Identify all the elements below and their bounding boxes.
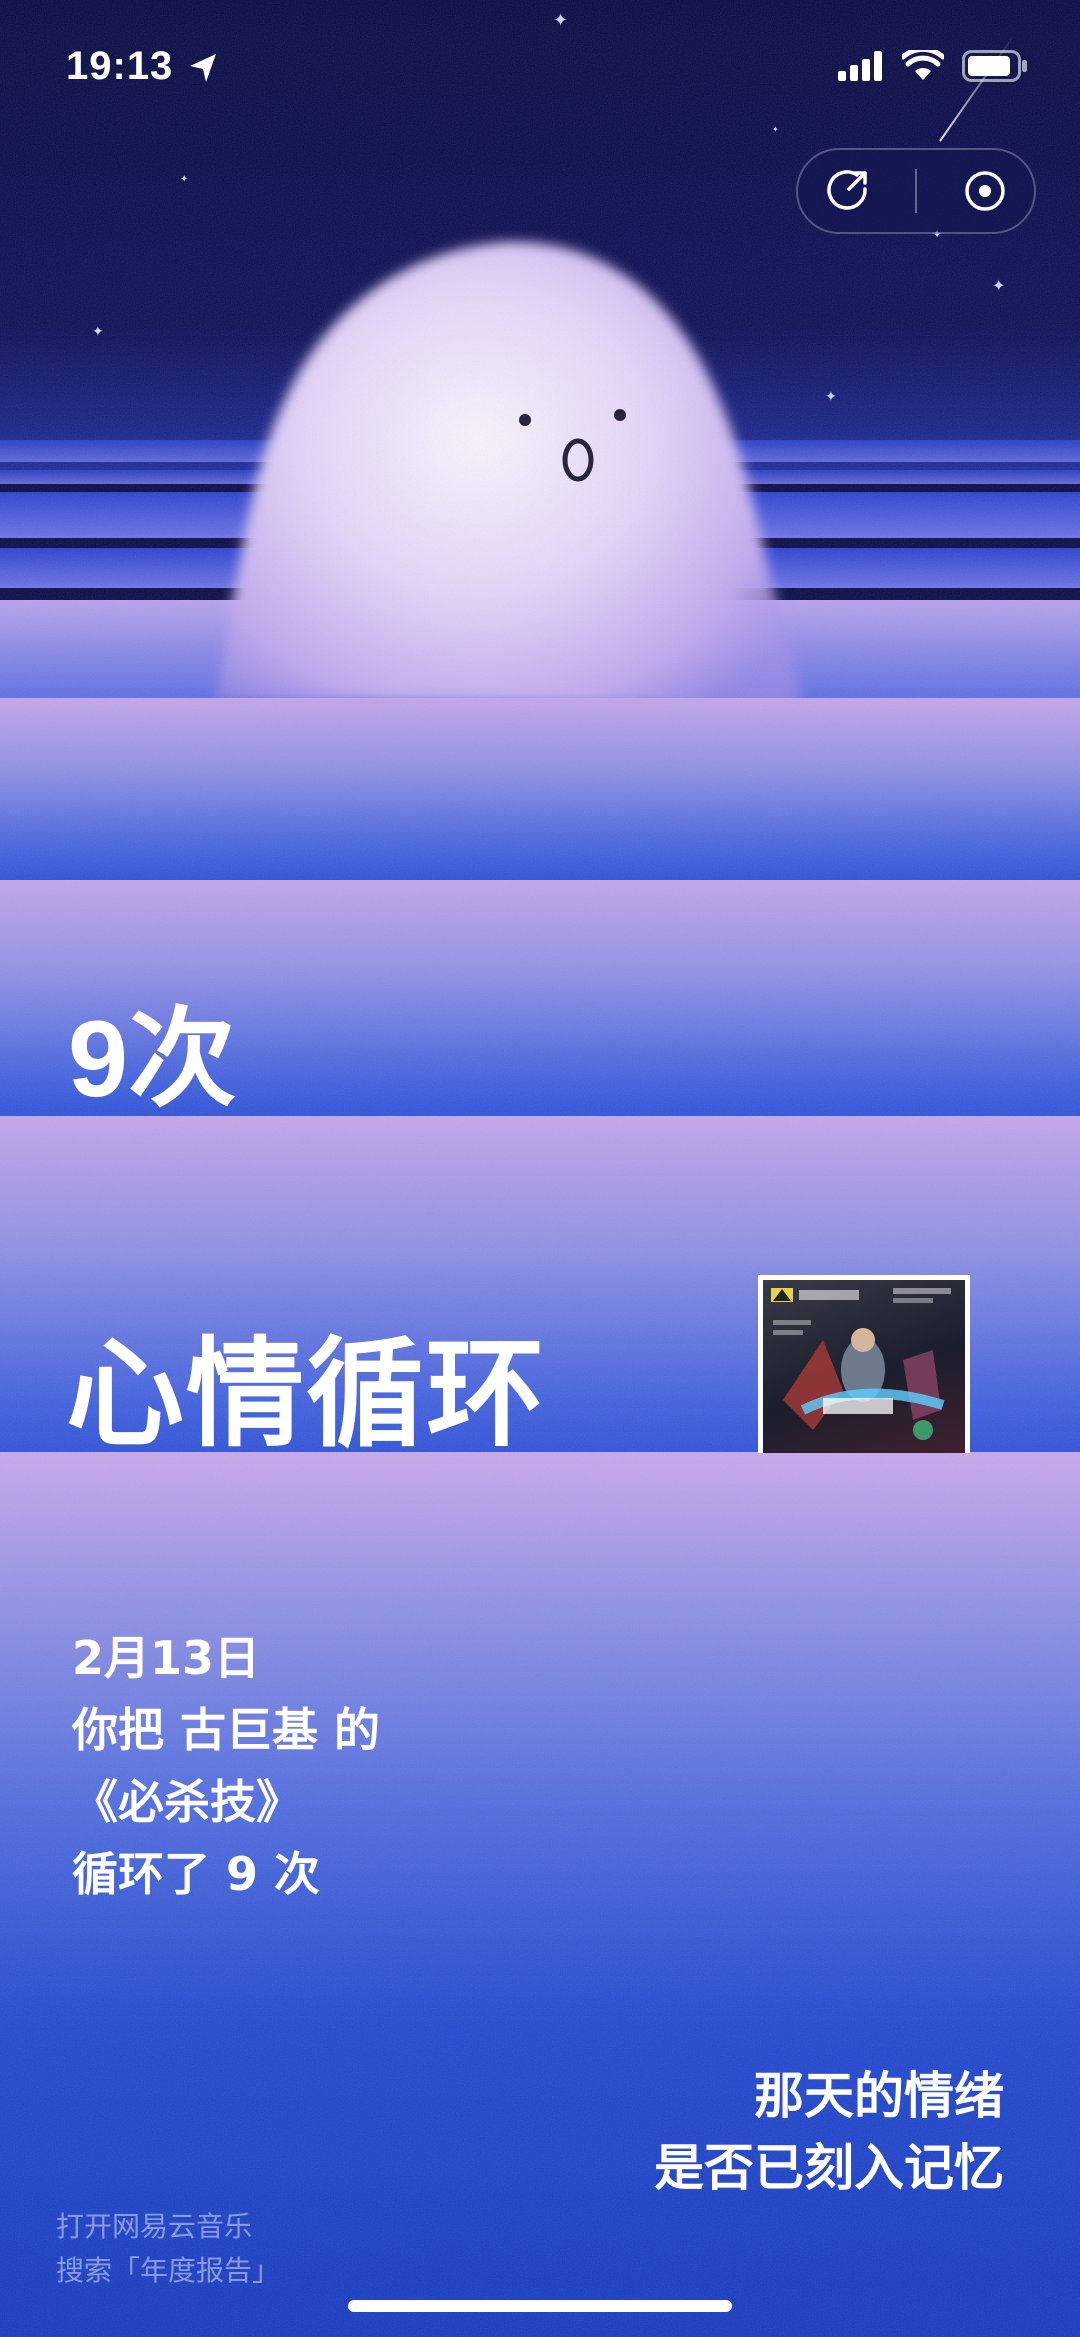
star-icon: ✦ bbox=[180, 174, 189, 185]
footer-line-1: 打开网易云音乐 bbox=[56, 2210, 253, 2243]
battery-icon bbox=[962, 50, 1027, 82]
close-miniapp-button[interactable] bbox=[955, 161, 1015, 221]
year-report-page: ✦ ✦ ✦ ✦ ✦ ✦ ✦ 19:13 9次 心情循环 2月13日 你把 古巨基… bbox=[0, 0, 1080, 2337]
share-button[interactable] bbox=[817, 161, 877, 221]
location-arrow-icon bbox=[190, 54, 216, 82]
cellular-signal-icon bbox=[838, 51, 882, 81]
footer-line-2: 搜索「年度报告」 bbox=[56, 2254, 281, 2287]
loop-count-headline: 9次 bbox=[68, 998, 237, 1119]
home-indicator[interactable] bbox=[348, 2300, 732, 2312]
detail-song: 《必杀技》 bbox=[72, 1775, 302, 1829]
detail-artist: 你把 古巨基 的 bbox=[72, 1703, 381, 1757]
band-1 bbox=[0, 698, 1080, 880]
mood-line-2: 是否已刻入记忆 bbox=[654, 2139, 1004, 2197]
detail-date: 2月13日 bbox=[72, 1631, 261, 1685]
album-cover-image[interactable] bbox=[758, 1275, 970, 1453]
album-artwork bbox=[771, 1288, 951, 1440]
footer-hint: 打开网易云音乐 搜索「年度报告」 bbox=[56, 2205, 280, 2293]
ghost-mascot-icon bbox=[215, 241, 799, 763]
mood-line-1: 那天的情绪 bbox=[754, 2067, 1004, 2125]
capsule-divider bbox=[915, 169, 917, 213]
mood-question: 那天的情绪 是否已刻入记忆 bbox=[654, 2060, 1004, 2204]
status-bar: 19:13 bbox=[0, 0, 1080, 135]
star-icon: ✦ bbox=[92, 324, 104, 340]
miniapp-capsule bbox=[796, 148, 1036, 234]
loop-detail: 2月13日 你把 古巨基 的 《必杀技》 循环了 9 次 bbox=[72, 1622, 380, 1910]
close-miniapp-icon bbox=[965, 171, 1005, 211]
wifi-icon bbox=[902, 50, 944, 80]
star-icon: ✦ bbox=[992, 276, 1006, 295]
report-title: 心情循环 bbox=[66, 1325, 547, 1463]
status-indicators bbox=[838, 50, 1028, 82]
status-time: 19:13 bbox=[66, 44, 174, 88]
share-icon bbox=[827, 170, 867, 210]
detail-count: 循环了 9 次 bbox=[72, 1847, 321, 1901]
